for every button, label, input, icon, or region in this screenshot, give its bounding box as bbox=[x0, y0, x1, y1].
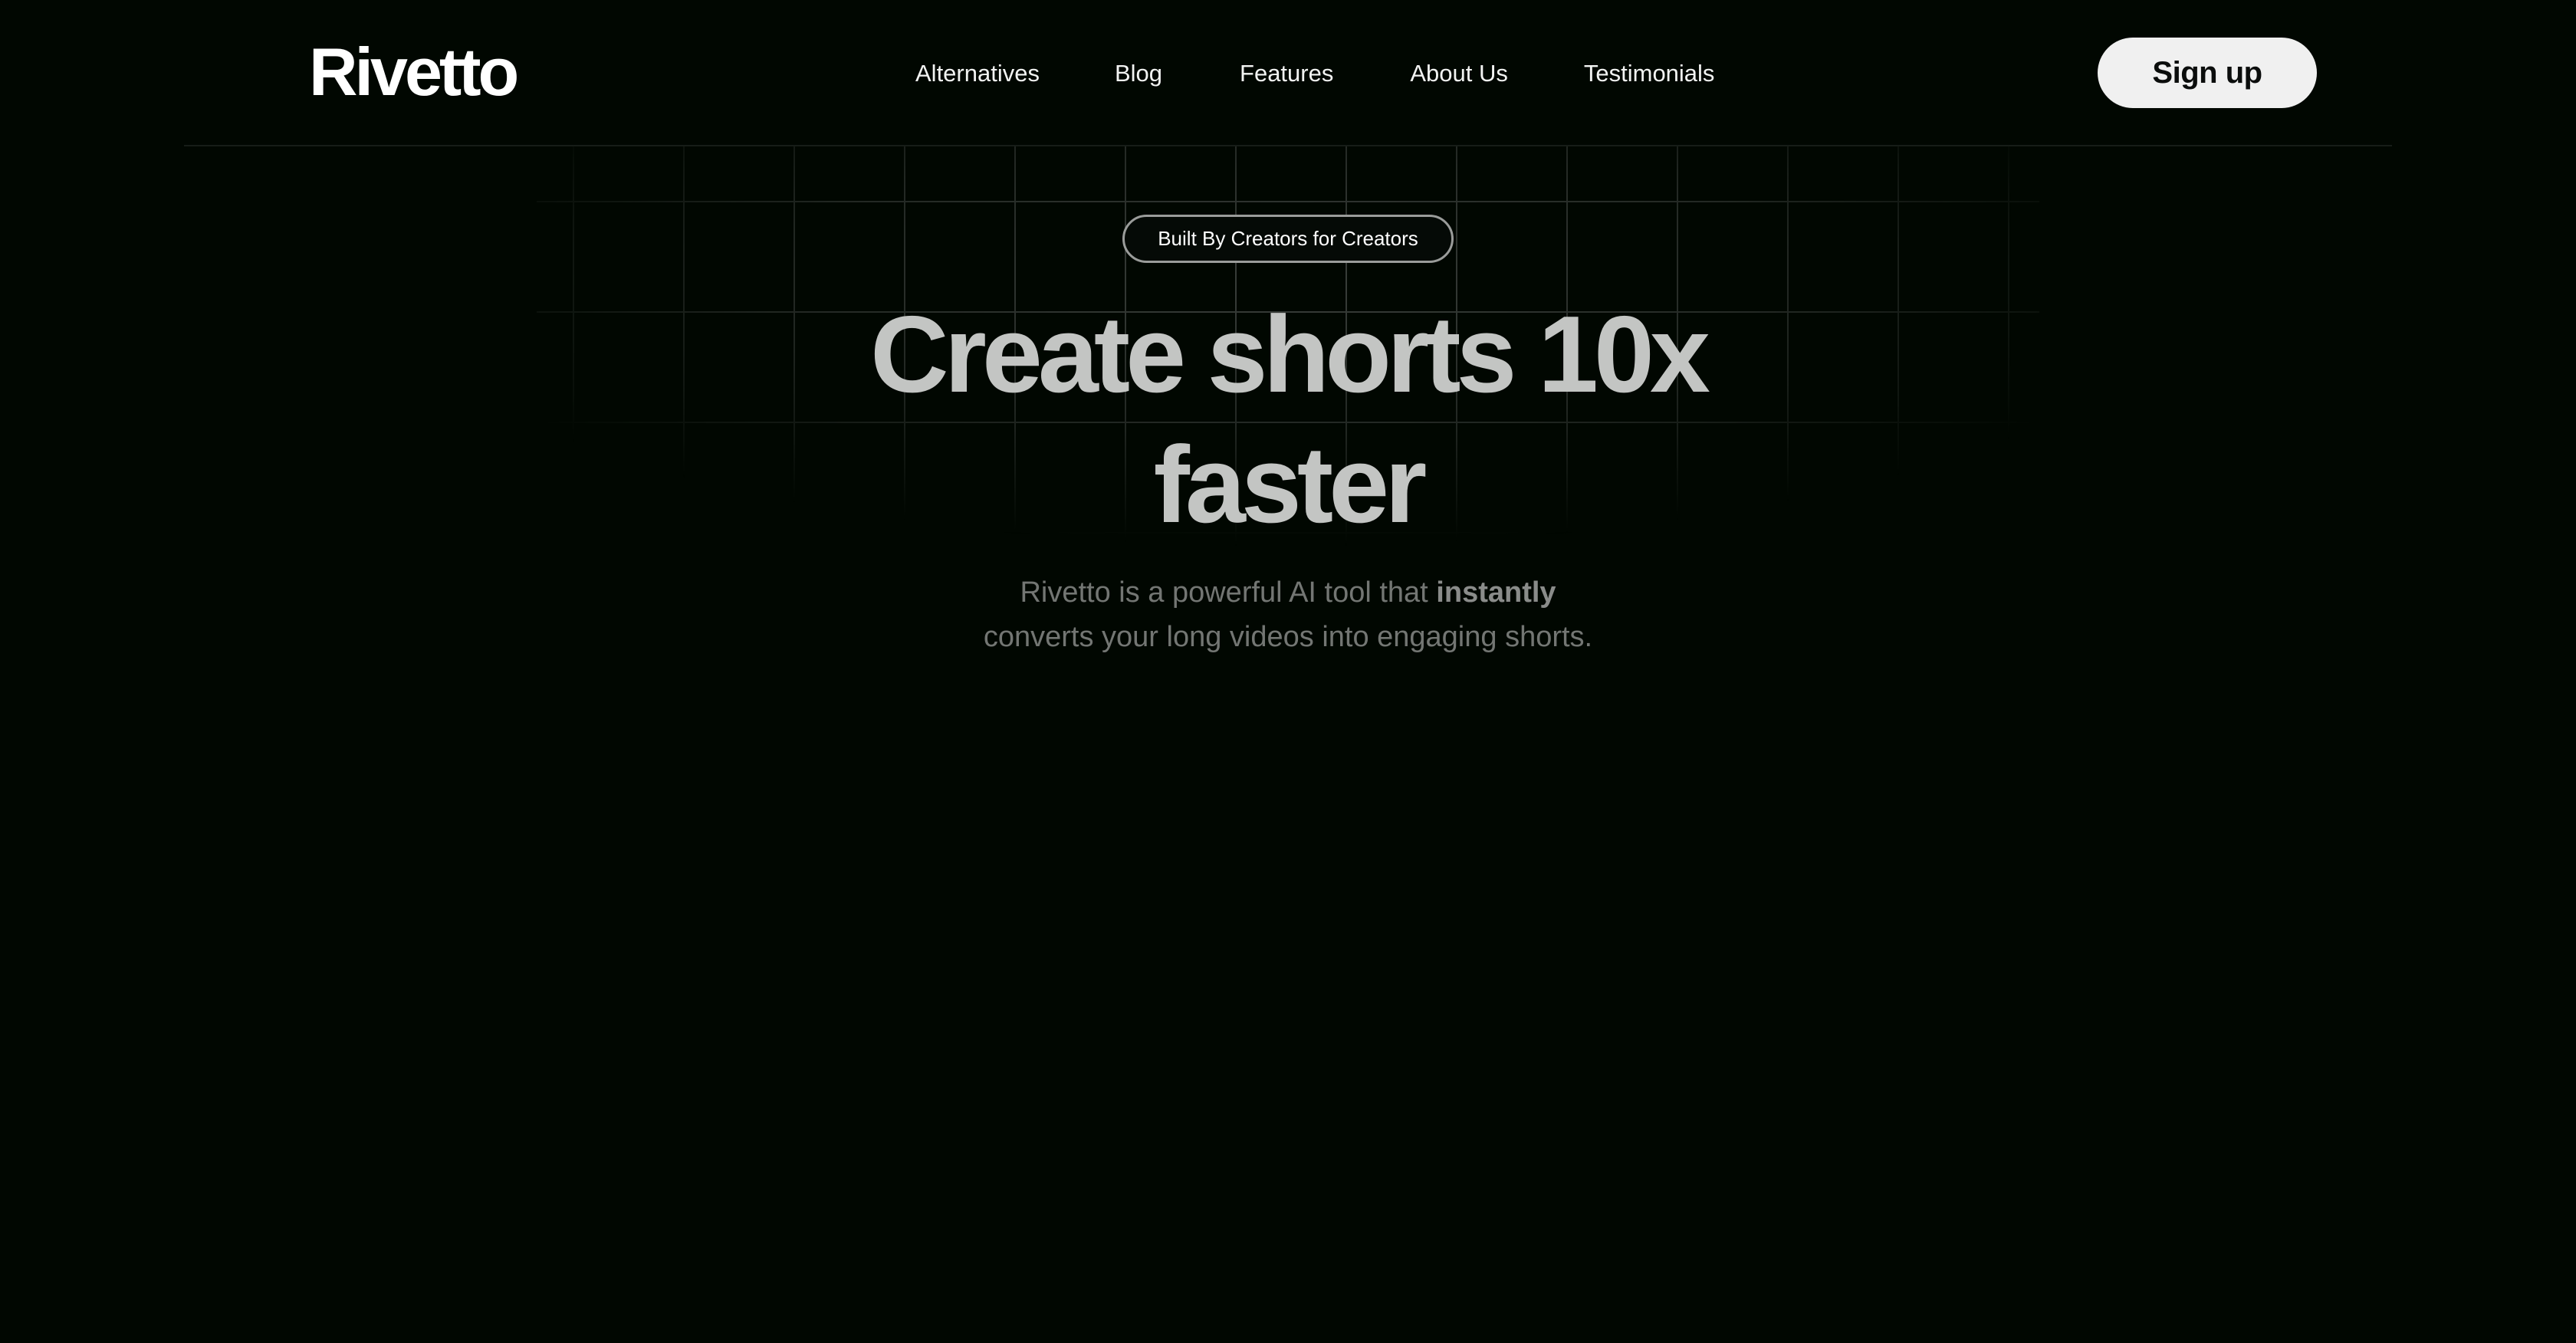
nav-link-alternatives[interactable]: Alternatives bbox=[915, 54, 1040, 94]
hero-headline: Create shorts 10x faster bbox=[767, 290, 1809, 550]
top-navbar: Rivetto Alternatives Blog Features About… bbox=[184, 0, 2392, 146]
hero-description-start: Rivetto is a powerful AI tool that bbox=[1020, 576, 1437, 609]
brand-logo[interactable]: Rivetto bbox=[309, 32, 519, 112]
nav-links: Alternatives Blog Features About Us Test… bbox=[915, 54, 1714, 94]
nav-link-features[interactable]: Features bbox=[1240, 54, 1333, 94]
nav-link-testimonials[interactable]: Testimonials bbox=[1584, 54, 1715, 94]
hero-description-emphasis: instantly bbox=[1436, 576, 1556, 609]
sign-up-button[interactable]: Sign up bbox=[2098, 38, 2317, 108]
hero-headline-line-1: Create shorts 10x bbox=[870, 294, 1710, 415]
hero-headline-line-2: faster bbox=[1153, 424, 1428, 546]
hero-description: Rivetto is a powerful AI tool that insta… bbox=[905, 570, 1671, 659]
nav-link-about-us[interactable]: About Us bbox=[1410, 54, 1508, 94]
hero-description-end: converts your long videos into engaging … bbox=[983, 621, 1593, 653]
landing-page: Rivetto Alternatives Blog Features About… bbox=[0, 0, 2576, 1343]
tagline-badge: Built By Creators for Creators bbox=[1122, 215, 1454, 263]
nav-link-blog[interactable]: Blog bbox=[1115, 54, 1162, 94]
